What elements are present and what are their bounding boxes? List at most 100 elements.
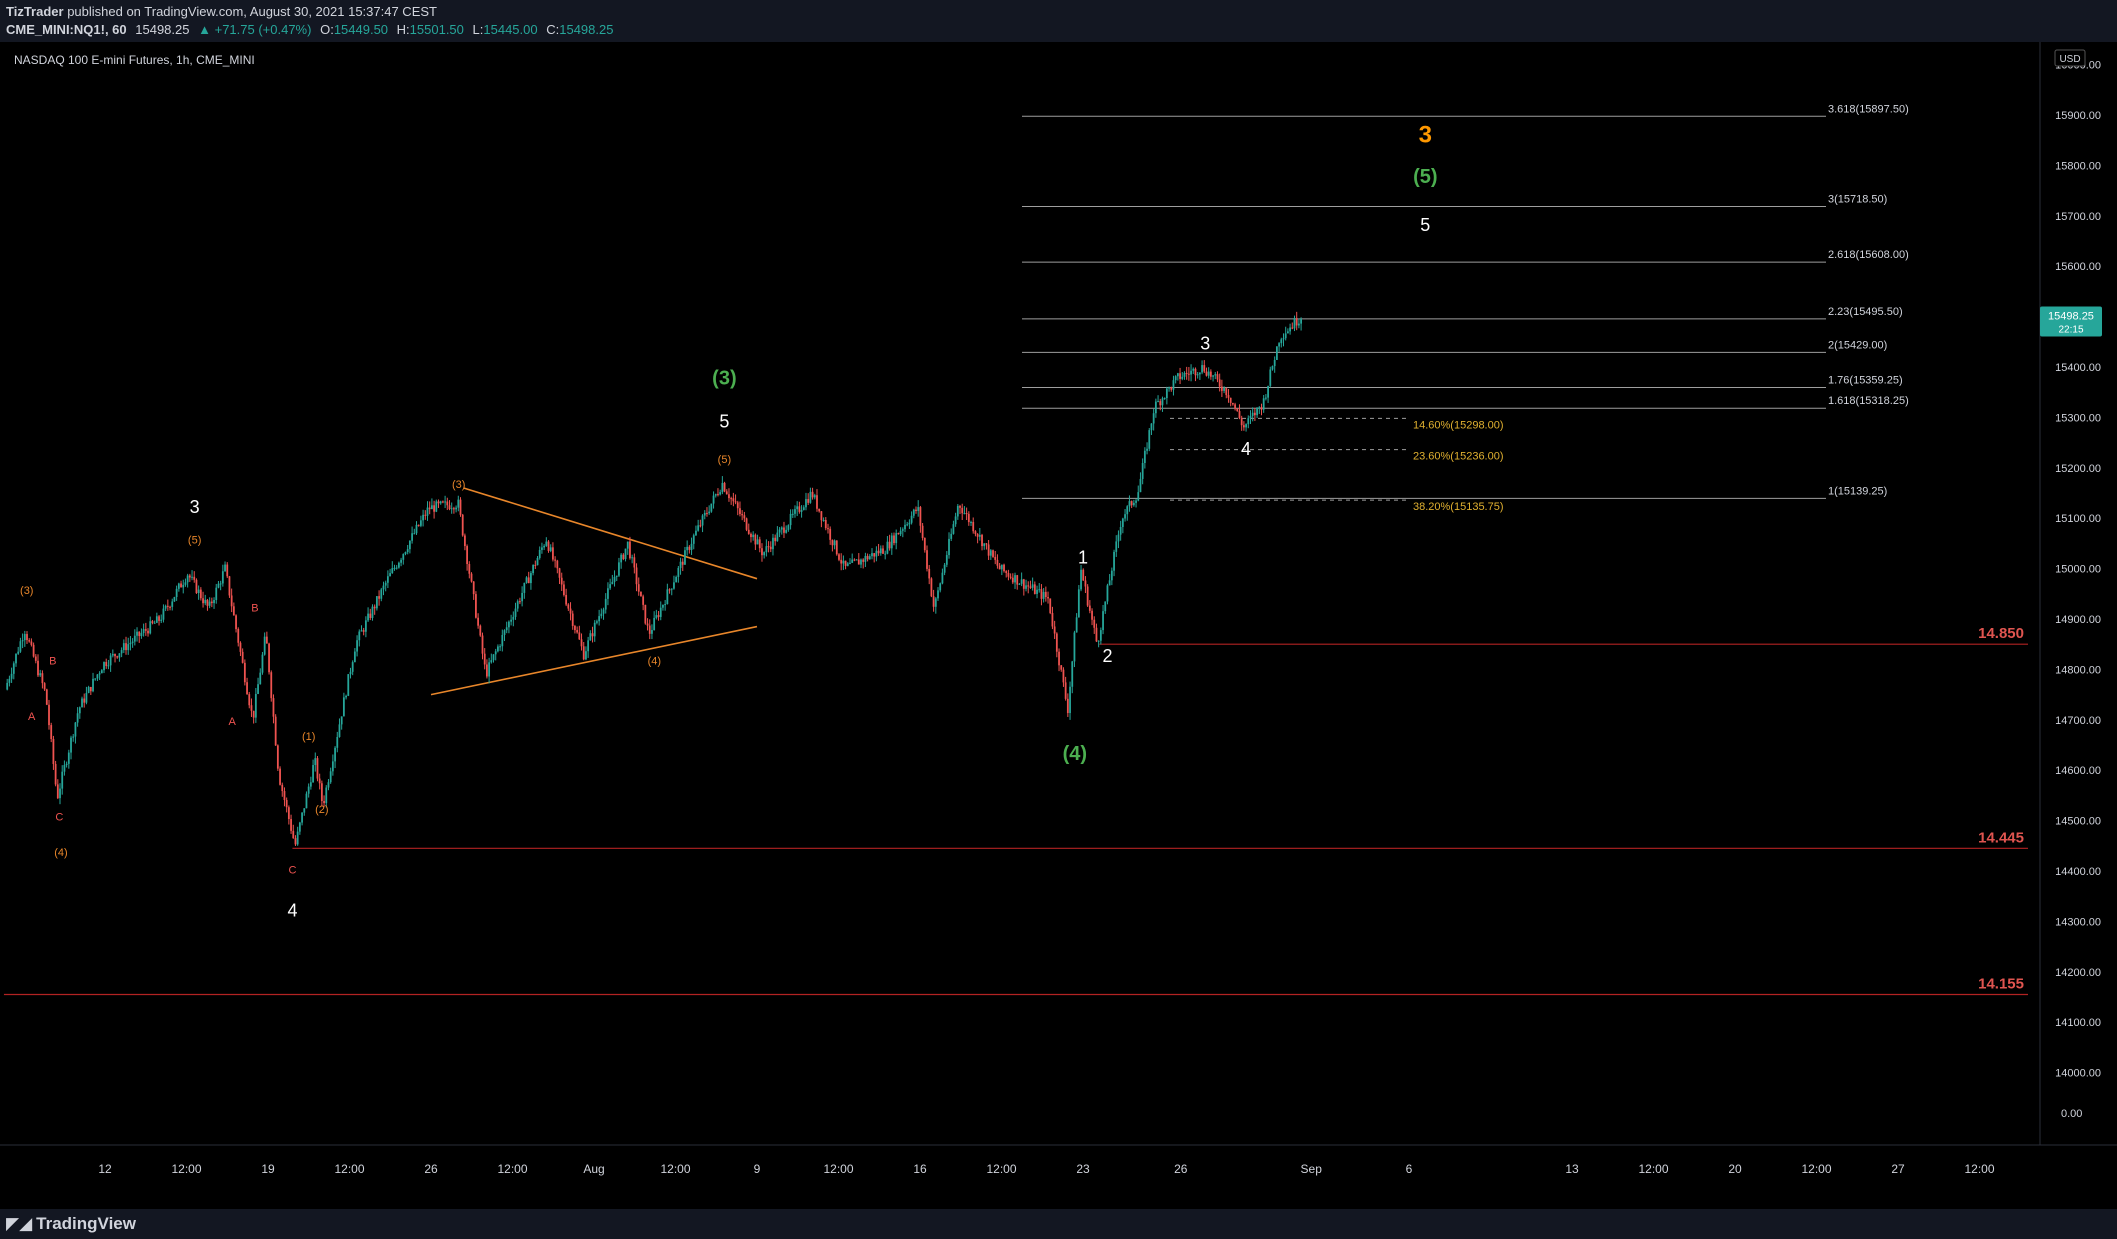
candle-body bbox=[59, 788, 61, 799]
candle-body bbox=[1121, 518, 1124, 527]
candle-body bbox=[488, 662, 491, 677]
candle-body bbox=[274, 716, 277, 746]
candle-body bbox=[813, 495, 816, 498]
time-tick-label: 26 bbox=[1174, 1162, 1188, 1176]
wave-label: 3 bbox=[190, 497, 200, 517]
candle-body bbox=[860, 559, 862, 565]
candle-body bbox=[217, 583, 220, 588]
candle-body bbox=[268, 643, 270, 673]
candle-body bbox=[360, 630, 363, 632]
candle-body bbox=[516, 601, 519, 609]
candle-body bbox=[1060, 665, 1063, 670]
candle-body bbox=[752, 534, 755, 538]
author-name[interactable]: TizTrader bbox=[6, 4, 64, 19]
candle-body bbox=[934, 598, 937, 607]
candle-body bbox=[578, 632, 581, 640]
candle-body bbox=[1102, 611, 1104, 631]
candle-body bbox=[380, 589, 383, 599]
candle-body bbox=[107, 665, 110, 667]
candle-body bbox=[772, 537, 774, 550]
candle-body bbox=[875, 550, 878, 557]
wave-label: (1) bbox=[302, 731, 315, 743]
published-text: published on TradingView.com, August 30,… bbox=[67, 4, 437, 19]
candle-body bbox=[514, 608, 517, 617]
candle-body bbox=[417, 524, 420, 526]
candle-body bbox=[893, 535, 895, 544]
symbol-label[interactable]: CME_MINI:NQ1!, 60 bbox=[6, 22, 127, 37]
candle-body bbox=[607, 588, 609, 599]
candle-body bbox=[378, 596, 380, 599]
candle-body bbox=[241, 651, 244, 663]
wave-label: A bbox=[228, 716, 236, 728]
fib-extension-label: 1.76(15359.25) bbox=[1828, 375, 1903, 387]
candle-body bbox=[1055, 633, 1058, 652]
candle-body bbox=[323, 800, 325, 804]
candle-body bbox=[32, 644, 35, 657]
candle-body bbox=[791, 513, 794, 515]
candle-body bbox=[981, 534, 983, 547]
candle-body bbox=[664, 604, 667, 606]
candle-body bbox=[1097, 640, 1100, 642]
candle-body bbox=[301, 812, 303, 823]
candle-body bbox=[970, 522, 972, 524]
candle-body bbox=[1229, 397, 1232, 403]
candle-body bbox=[1033, 584, 1036, 594]
candle-body bbox=[1027, 585, 1030, 587]
candle-body bbox=[1086, 586, 1089, 606]
candle-body bbox=[1218, 379, 1221, 387]
candle-body bbox=[895, 533, 898, 544]
candle-body bbox=[63, 764, 66, 772]
candle-body bbox=[1077, 589, 1080, 618]
candle-body bbox=[1183, 372, 1186, 377]
price-tick-label: 15900.00 bbox=[2055, 110, 2101, 122]
candle-body bbox=[794, 509, 796, 514]
candle-body bbox=[298, 822, 301, 832]
candle-body bbox=[820, 511, 823, 521]
candle-body bbox=[567, 604, 570, 609]
price-chart[interactable]: 14.850 14.445 14.155 3.618(15897.50) 3(15718… bbox=[0, 42, 2117, 1209]
candle-body bbox=[811, 491, 814, 498]
candle-body bbox=[637, 584, 640, 592]
candle-body bbox=[1238, 411, 1241, 419]
candle-body bbox=[1260, 407, 1263, 410]
candle-body bbox=[208, 601, 211, 606]
candle-body bbox=[327, 782, 330, 788]
candle-body bbox=[455, 507, 458, 510]
candle-body bbox=[147, 630, 149, 634]
candle-body bbox=[796, 506, 799, 510]
candle-body bbox=[593, 622, 596, 637]
candle-body bbox=[397, 562, 400, 568]
candle-body bbox=[1273, 359, 1276, 367]
candle-body bbox=[17, 651, 20, 654]
candle-body bbox=[1284, 333, 1287, 339]
candle-body bbox=[461, 514, 464, 536]
candle-body bbox=[853, 559, 856, 561]
candle-body bbox=[624, 548, 627, 560]
publish-info: TizTrader published on TradingView.com, … bbox=[6, 4, 437, 19]
tradingview-logo[interactable]: ◤◢ TradingView bbox=[6, 1214, 136, 1234]
candle-body bbox=[554, 559, 557, 561]
candle-body bbox=[589, 633, 592, 641]
candle-body bbox=[928, 568, 931, 579]
candle-body bbox=[56, 784, 59, 799]
candle-body bbox=[1130, 501, 1133, 506]
candle-body bbox=[296, 831, 299, 845]
candle-body bbox=[1203, 365, 1206, 372]
candle-body bbox=[798, 506, 801, 512]
time-tick-label: 26 bbox=[424, 1162, 438, 1176]
candle-body bbox=[833, 540, 836, 546]
candle-body bbox=[849, 562, 851, 564]
candle-body bbox=[87, 687, 90, 693]
candle-body bbox=[158, 616, 160, 621]
candle-body bbox=[699, 525, 702, 527]
candle-body bbox=[501, 634, 504, 647]
candle-body bbox=[1018, 583, 1021, 585]
candle-body bbox=[320, 783, 323, 801]
candle-body bbox=[287, 807, 290, 820]
candle-body bbox=[1234, 404, 1236, 409]
candle-body bbox=[635, 567, 638, 585]
candle-body bbox=[541, 547, 543, 550]
candle-body bbox=[576, 630, 579, 633]
candle-body bbox=[558, 568, 561, 578]
candle-body bbox=[314, 758, 317, 766]
